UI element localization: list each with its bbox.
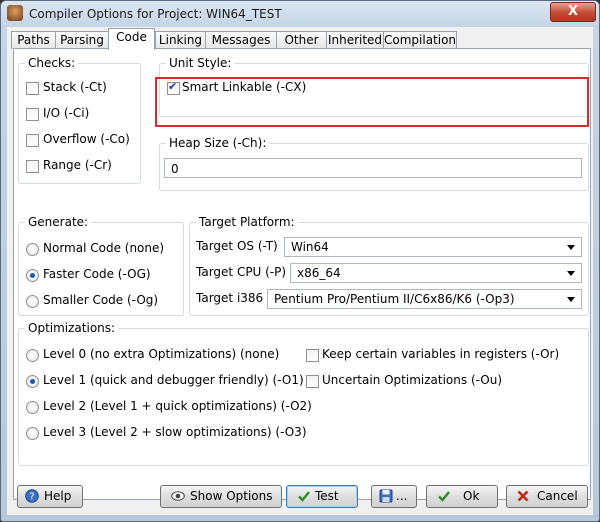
level3-label: Level 3 (Level 2 + slow optimizations) (… — [43, 425, 307, 439]
level3-radio[interactable] — [26, 427, 39, 440]
tab-code[interactable]: Code — [108, 28, 155, 50]
cancel-button[interactable]: Cancel — [506, 485, 588, 508]
show-options-icon — [171, 491, 185, 501]
cancel-label: Cancel — [537, 489, 578, 503]
generate-group-label: Generate: — [25, 215, 92, 229]
dialog-client: Paths Parsing Code Linking Messages Othe… — [7, 27, 593, 515]
help-label: Help — [44, 489, 72, 503]
io-check-checkbox[interactable] — [26, 108, 39, 121]
target-platform-group-label: Target Platform: — [196, 215, 298, 229]
keep-registers-checkbox[interactable] — [306, 349, 319, 362]
heap-size-group-label: Heap Size (-Ch): — [166, 136, 270, 150]
ok-button[interactable]: Ok — [426, 485, 498, 508]
tab-inherited[interactable]: Inherited — [326, 31, 384, 49]
ok-label: Ok — [463, 489, 480, 503]
unit-style-group-label: Unit Style: — [166, 56, 235, 70]
target-i386-label: Target i386 — [196, 291, 264, 305]
unit-style-highlight — [155, 77, 589, 127]
level2-label: Level 2 (Level 1 + quick optimizations) … — [43, 399, 312, 413]
tab-compilation[interactable]: Compilation — [383, 31, 457, 49]
optimizations-group-label: Optimizations: — [25, 321, 119, 335]
title-bar[interactable]: Compiler Options for Project: WIN64_TEST… — [1, 1, 599, 27]
save-icon — [379, 489, 393, 503]
normal-code-radio[interactable] — [26, 243, 39, 256]
chevron-down-icon — [567, 271, 575, 276]
level1-radio[interactable] — [26, 375, 39, 388]
target-platform-group: Target Platform: Target OS (-T) Win64 Ta… — [189, 215, 589, 316]
help-icon: ? — [25, 489, 39, 503]
test-label: Test — [315, 489, 339, 503]
smaller-code-label: Smaller Code (-Og) — [43, 293, 159, 307]
generate-group: Generate: Normal Code (none) Faster Code… — [18, 215, 184, 316]
heap-size-input[interactable]: 0 — [164, 158, 582, 178]
normal-code-label: Normal Code (none) — [43, 241, 165, 255]
chevron-down-icon — [567, 245, 575, 250]
cancel-icon — [517, 490, 529, 502]
level1-label: Level 1 (quick and debugger friendly) (-… — [43, 373, 304, 387]
range-check-checkbox[interactable] — [26, 160, 39, 173]
svg-text:?: ? — [29, 492, 34, 503]
overflow-check-label: Overflow (-Co) — [43, 132, 130, 146]
keep-registers-label: Keep certain variables in registers (-Or… — [322, 347, 560, 361]
save-label: ... — [396, 489, 408, 503]
faster-code-radio[interactable] — [26, 269, 39, 282]
window-title: Compiler Options for Project: WIN64_TEST — [29, 7, 282, 21]
uncertain-optimizations-label: Uncertain Optimizations (-Ou) — [322, 373, 503, 387]
optimizations-group: Optimizations: Level 0 (no extra Optimiz… — [18, 321, 589, 466]
io-check-label: I/O (-Ci) — [43, 106, 90, 120]
target-i386-value: Pentium Pro/Pentium II/C6x86/K6 (-Op3) — [274, 292, 515, 306]
tab-messages[interactable]: Messages — [205, 31, 277, 49]
checks-group-label: Checks: — [25, 56, 79, 70]
close-button[interactable]: X — [550, 2, 596, 22]
target-cpu-label: Target CPU (-P) — [196, 265, 287, 279]
show-options-button[interactable]: Show Options — [160, 485, 282, 508]
heap-size-group: Heap Size (-Ch): 0 — [159, 136, 589, 191]
range-check-label: Range (-Cr) — [43, 158, 112, 172]
checks-group: Checks: Stack (-Ct) I/O (-Ci) Overflow (… — [18, 56, 141, 184]
tab-parsing[interactable]: Parsing — [55, 31, 109, 49]
test-button[interactable]: Test — [286, 485, 358, 508]
check-icon — [298, 491, 310, 502]
level2-radio[interactable] — [26, 401, 39, 414]
uncertain-optimizations-checkbox[interactable] — [306, 375, 319, 388]
target-os-select[interactable]: Win64 — [284, 237, 582, 257]
tab-linking[interactable]: Linking — [155, 31, 206, 49]
help-button[interactable]: ? Help — [17, 485, 83, 508]
overflow-check-checkbox[interactable] — [26, 134, 39, 147]
tab-paths[interactable]: Paths — [11, 31, 56, 49]
app-icon — [7, 5, 23, 21]
stack-check-label: Stack (-Ct) — [43, 80, 107, 94]
show-options-label: Show Options — [190, 489, 273, 503]
save-button[interactable]: ... — [371, 485, 417, 508]
target-os-value: Win64 — [291, 240, 329, 254]
tab-other[interactable]: Other — [276, 31, 327, 49]
target-cpu-value: x86_64 — [297, 266, 341, 280]
level0-radio[interactable] — [26, 349, 39, 362]
level0-label: Level 0 (no extra Optimizations) (none) — [43, 347, 280, 361]
target-i386-select[interactable]: Pentium Pro/Pentium II/C6x86/K6 (-Op3) — [267, 289, 582, 309]
dialog-window: Compiler Options for Project: WIN64_TEST… — [0, 0, 600, 522]
check-icon — [438, 491, 450, 502]
chevron-down-icon — [567, 297, 575, 302]
faster-code-label: Faster Code (-OG) — [43, 267, 151, 281]
smaller-code-radio[interactable] — [26, 295, 39, 308]
target-os-label: Target OS (-T) — [196, 239, 278, 253]
target-cpu-select[interactable]: x86_64 — [290, 263, 582, 283]
stack-check-checkbox[interactable] — [26, 82, 39, 95]
code-tab-page: Checks: Stack (-Ct) I/O (-Ci) Overflow (… — [13, 48, 591, 500]
